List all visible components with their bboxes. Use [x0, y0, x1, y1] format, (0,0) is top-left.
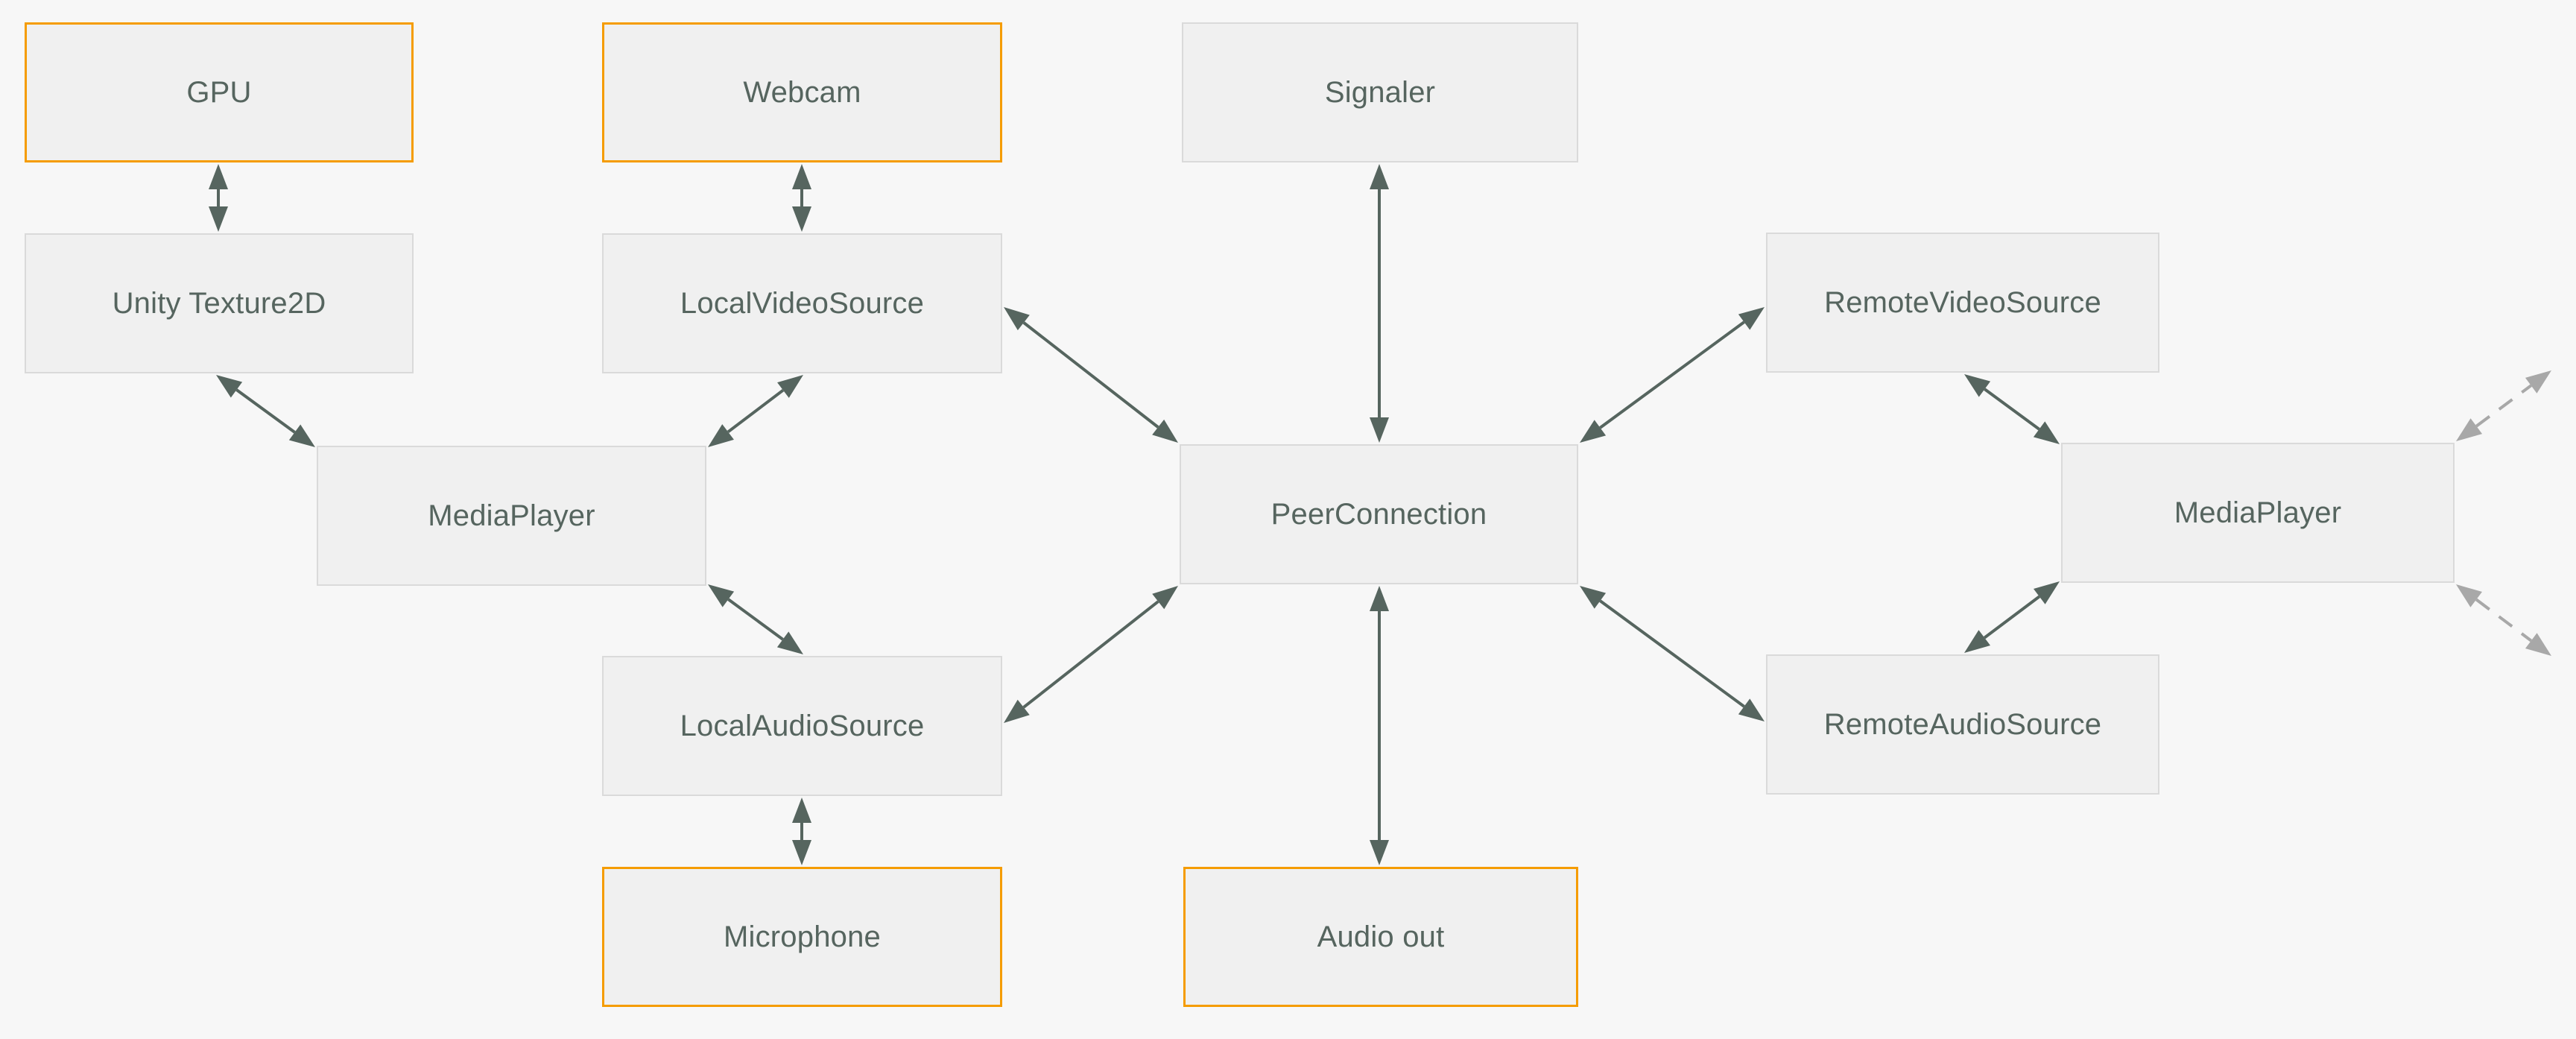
arrowhead-start-peer-connection-audio-out	[1370, 586, 1389, 611]
arrowhead-start-media-player-left-local-audio-source	[708, 584, 735, 607]
arrowhead-end-media-player-left-local-video-source	[777, 375, 803, 398]
node-gpu[interactable]: GPU	[25, 22, 414, 162]
edge-line-media-player-right-video-out	[2475, 384, 2532, 428]
arrowhead-start-media-player-right-video-out	[2456, 418, 2483, 441]
node-label-webcam: Webcam	[743, 76, 861, 109]
node-label-peer-connection: PeerConnection	[1270, 498, 1487, 531]
node-peer-connection[interactable]: PeerConnection	[1180, 444, 1578, 584]
arrowhead-start-gpu-unity-texture2d	[209, 164, 228, 189]
edge-line-local-audio-source-peer-connection	[1022, 600, 1159, 709]
edge-peer-connection-audio-out	[1370, 586, 1389, 865]
arrowhead-end-remote-audio-source-media-player-right	[2034, 581, 2060, 604]
node-label-gpu: GPU	[186, 76, 252, 109]
node-label-audio-out: Audio out	[1317, 920, 1445, 953]
edge-gpu-unity-texture2d	[209, 164, 228, 232]
edge-line-media-player-right-audio-out	[2475, 598, 2533, 642]
node-microphone[interactable]: Microphone	[602, 867, 1002, 1007]
arrowhead-end-gpu-unity-texture2d	[209, 206, 228, 232]
arrowhead-end-media-player-right-audio-out	[2525, 633, 2551, 656]
arrowhead-end-peer-connection-remote-video-source	[1738, 307, 1765, 330]
node-local-audio-source[interactable]: LocalAudioSource	[602, 656, 1002, 796]
edge-media-player-right-audio-out	[2456, 584, 2551, 656]
arrowhead-end-local-audio-source-microphone	[792, 840, 811, 865]
arrowhead-start-local-audio-source-microphone	[792, 798, 811, 823]
edge-line-peer-connection-remote-video-source	[1599, 320, 1745, 429]
node-webcam[interactable]: Webcam	[602, 22, 1002, 162]
edge-media-player-left-local-video-source	[708, 375, 803, 447]
node-label-local-video-source: LocalVideoSource	[680, 287, 925, 320]
node-label-media-player-right: MediaPlayer	[2174, 496, 2342, 529]
arrowhead-end-local-video-source-peer-connection	[1152, 419, 1178, 443]
arrowhead-end-webcam-local-video-source	[792, 206, 811, 232]
arrowhead-start-webcam-local-video-source	[792, 164, 811, 189]
arrowhead-end-unity-texture2d-media-player-left	[288, 424, 315, 447]
arrowhead-start-peer-connection-remote-audio-source	[1580, 586, 1607, 609]
node-label-remote-audio-source: RemoteAudioSource	[1823, 708, 2102, 741]
arrowhead-end-local-audio-source-peer-connection	[1152, 586, 1178, 610]
edge-line-media-player-left-local-video-source	[727, 388, 785, 434]
arrowhead-start-media-player-left-local-video-source	[708, 424, 734, 447]
edge-line-media-player-left-local-audio-source	[727, 598, 784, 641]
node-label-unity-texture2d: Unity Texture2D	[112, 287, 326, 320]
edge-remote-video-source-media-player-right	[1964, 374, 2060, 444]
edge-peer-connection-remote-audio-source	[1580, 586, 1765, 721]
node-label-signaler: Signaler	[1324, 76, 1436, 109]
edge-media-player-right-video-out	[2456, 370, 2551, 441]
edge-signaler-peer-connection	[1370, 164, 1389, 443]
node-remote-video-source[interactable]: RemoteVideoSource	[1766, 233, 2159, 373]
arrowhead-start-local-video-source-peer-connection	[1004, 307, 1030, 331]
arrowhead-start-remote-video-source-media-player-right	[1964, 374, 1991, 397]
arrowhead-start-media-player-right-audio-out	[2456, 584, 2482, 607]
edge-remote-audio-source-media-player-right	[1964, 581, 2060, 653]
edge-line-remote-video-source-media-player-right	[1984, 388, 2040, 431]
edge-line-unity-texture2d-media-player-left	[235, 388, 296, 434]
node-signaler[interactable]: Signaler	[1182, 22, 1578, 162]
node-media-player-right[interactable]: MediaPlayer	[2061, 443, 2455, 583]
node-audio-out[interactable]: Audio out	[1183, 867, 1578, 1007]
arrowhead-start-unity-texture2d-media-player-left	[216, 375, 243, 398]
node-remote-audio-source[interactable]: RemoteAudioSource	[1766, 654, 2159, 795]
edge-line-local-video-source-peer-connection	[1022, 321, 1159, 429]
edge-local-audio-source-microphone	[792, 798, 811, 865]
node-media-player-left[interactable]: MediaPlayer	[317, 446, 706, 586]
edge-line-peer-connection-remote-audio-source	[1599, 599, 1745, 708]
edge-local-video-source-peer-connection	[1004, 307, 1178, 443]
arrowhead-end-remote-video-source-media-player-right	[2033, 421, 2060, 444]
edge-local-audio-source-peer-connection	[1004, 586, 1178, 723]
node-label-local-audio-source: LocalAudioSource	[680, 710, 925, 742]
edge-media-player-left-local-audio-source	[708, 584, 803, 654]
diagram-canvas: GPU Webcam Signaler Unity Texture2D LocalVid…	[0, 0, 2576, 1039]
arrowhead-start-signaler-peer-connection	[1370, 164, 1389, 189]
node-label-media-player-left: MediaPlayer	[428, 499, 595, 532]
arrowhead-end-media-player-left-local-audio-source	[776, 631, 803, 654]
edge-unity-texture2d-media-player-left	[216, 375, 315, 447]
edge-webcam-local-video-source	[792, 164, 811, 232]
edge-line-remote-audio-source-media-player-right	[1983, 595, 2041, 639]
arrowhead-end-media-player-right-video-out	[2525, 370, 2551, 394]
arrowhead-end-signaler-peer-connection	[1370, 417, 1389, 443]
arrowhead-start-local-audio-source-peer-connection	[1004, 699, 1030, 723]
arrowhead-start-peer-connection-remote-video-source	[1580, 420, 1607, 443]
edge-peer-connection-remote-video-source	[1580, 307, 1765, 443]
arrowhead-start-remote-audio-source-media-player-right	[1964, 630, 1990, 653]
arrowhead-end-peer-connection-audio-out	[1370, 840, 1389, 865]
node-label-remote-video-source: RemoteVideoSource	[1824, 286, 2101, 319]
node-label-microphone: Microphone	[723, 920, 881, 953]
node-local-video-source[interactable]: LocalVideoSource	[602, 233, 1002, 373]
arrowhead-end-peer-connection-remote-audio-source	[1738, 698, 1765, 721]
node-unity-texture2d[interactable]: Unity Texture2D	[25, 233, 414, 373]
